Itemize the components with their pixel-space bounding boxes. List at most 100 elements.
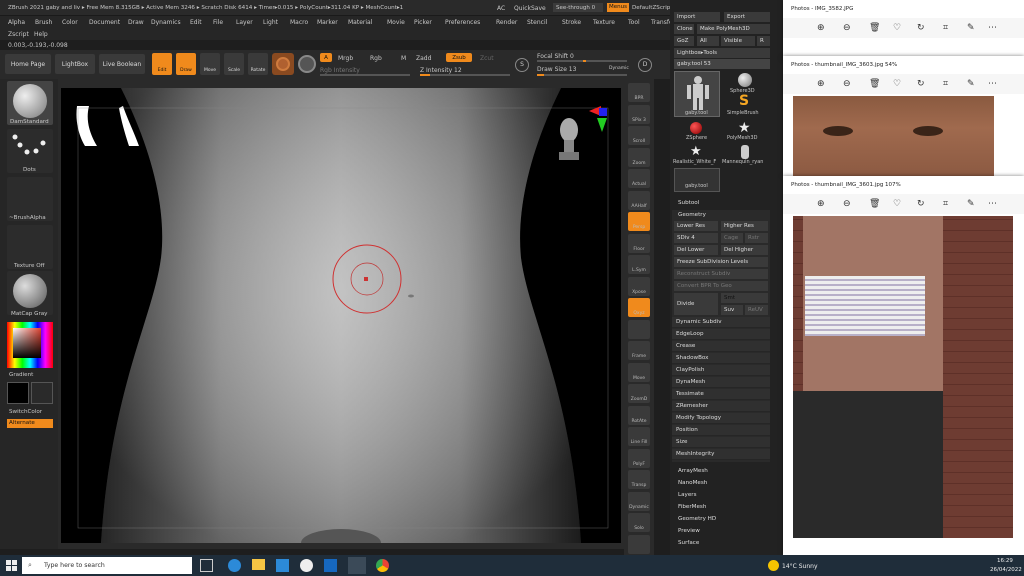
app-icon[interactable] <box>300 559 313 572</box>
color-square[interactable] <box>13 328 41 358</box>
m-toggle[interactable]: M <box>401 55 406 62</box>
alternate-button[interactable]: Alternate <box>7 419 53 428</box>
dynamic-toggle[interactable]: Dynamic <box>609 66 629 71</box>
divide-button[interactable]: Divide <box>674 293 718 315</box>
favorite-icon[interactable]: ♡ <box>893 199 901 209</box>
delete-icon[interactable]: 🗑 <box>869 199 880 209</box>
menu-movie[interactable]: Movie <box>387 19 405 26</box>
zoom-out-icon[interactable]: ⊖ <box>843 79 851 89</box>
claypolish-item[interactable]: ClayPolish <box>672 365 770 376</box>
sdiv-slider[interactable]: SDiv 4 <box>674 233 718 243</box>
axis-gizmo-icon[interactable] <box>581 104 611 134</box>
rotate-icon[interactable]: ↻ <box>917 23 925 33</box>
r-button[interactable]: R <box>757 36 770 46</box>
more-icon[interactable]: ⋯ <box>988 79 997 89</box>
rotate-button[interactable]: Rotate <box>248 53 268 75</box>
del-higher-button[interactable]: Del Higher <box>721 245 768 255</box>
rgb-intensity-slider[interactable]: Rgb Intensity <box>320 67 360 74</box>
zoom-in-icon[interactable]: ⊕ <box>817 199 825 209</box>
position-item[interactable]: Position <box>672 425 770 436</box>
mannequin-icon[interactable] <box>741 145 749 159</box>
cage-button[interactable]: Cage <box>721 233 743 243</box>
freeze-subdiv-button[interactable]: Freeze SubDivision Levels <box>674 257 768 267</box>
mrgb-toggle[interactable]: Mrgb <box>338 55 353 62</box>
menu-zscript[interactable]: Zscript <box>8 31 29 38</box>
rotate-icon[interactable]: ↻ <box>917 199 925 209</box>
clock-time[interactable]: 16:29 <box>997 558 1013 564</box>
texture-spiral-icon[interactable] <box>298 55 316 73</box>
menu-light[interactable]: Light <box>263 19 278 26</box>
edge-icon[interactable] <box>228 559 241 572</box>
tool-thumb-current[interactable]: gaby.tool <box>674 71 720 117</box>
photos-app-icon[interactable] <box>324 559 337 572</box>
taskbar-search[interactable]: ⌕ Type here to search <box>22 557 192 574</box>
smt-toggle[interactable]: Smt <box>721 293 768 303</box>
delete-icon[interactable]: 🗑 <box>869 79 880 89</box>
layers-section[interactable]: Layers <box>678 492 697 498</box>
menu-texture[interactable]: Texture <box>593 19 615 26</box>
zoom-in-icon[interactable]: ⊕ <box>817 23 825 33</box>
import-button[interactable]: Import <box>674 12 720 22</box>
edit-icon[interactable]: ✎ <box>967 23 975 33</box>
menu-brush[interactable]: Brush <box>35 19 52 26</box>
photos-window-2[interactable]: Photos - thumbnail_IMG_3603.jpg 54% ⊕ ⊖ … <box>783 56 1024 176</box>
rotate-icon[interactable]: ↻ <box>917 79 925 89</box>
file-explorer-icon[interactable] <box>252 559 265 570</box>
suv-toggle[interactable]: Suv <box>721 305 743 315</box>
make-polymesh-button[interactable]: Make PolyMesh3D <box>697 24 770 34</box>
scale-button[interactable]: Scale <box>224 53 244 75</box>
sphere3d-icon[interactable] <box>738 73 752 87</box>
preview-section[interactable]: Preview <box>678 528 700 534</box>
zoom-out-icon[interactable]: ⊖ <box>843 23 851 33</box>
edit-button[interactable]: Edit <box>152 53 172 75</box>
s-toggle[interactable]: S <box>515 58 529 72</box>
menu-color[interactable]: Color <box>62 19 78 26</box>
lightbox-button[interactable]: LightBox <box>55 54 95 74</box>
menu-picker[interactable]: Picker <box>414 19 432 26</box>
nanomesh-section[interactable]: NanoMesh <box>678 480 707 486</box>
menu-dynamics[interactable]: Dynamics <box>151 19 181 26</box>
material-thumbnail[interactable] <box>7 271 53 315</box>
more-icon[interactable]: ⋯ <box>988 23 997 33</box>
rstr-button[interactable]: Rstr <box>745 233 768 243</box>
reconstruct-subdiv-button[interactable]: Reconstruct Subdiv <box>674 269 768 279</box>
goz-button[interactable]: GoZ <box>674 36 694 46</box>
zremesher-item[interactable]: ZRemesher <box>672 401 770 412</box>
geometry-hd-section[interactable]: Geometry HD <box>678 516 716 522</box>
menu-render[interactable]: Render <box>496 19 517 26</box>
chrome-icon[interactable] <box>376 559 389 572</box>
menu-tool[interactable]: Tool <box>628 19 640 26</box>
higher-res-button[interactable]: Higher Res <box>721 221 768 231</box>
subtool-header[interactable]: Subtool <box>678 200 699 206</box>
menu-material[interactable]: Material <box>348 19 372 26</box>
edit-icon[interactable]: ✎ <box>967 199 975 209</box>
photos-window-1[interactable]: Photos - IMG_3582.JPG ⊕ ⊖ 🗑 ♡ ↻ ⌗ ✎ ⋯ <box>783 0 1024 60</box>
home-page-button[interactable]: Home Page <box>5 54 51 74</box>
d-toggle[interactable]: D <box>638 58 652 72</box>
crop-icon[interactable]: ⌗ <box>943 23 948 33</box>
shadowbox-item[interactable]: ShadowBox <box>672 353 770 364</box>
dynamesh-item[interactable]: DynaMesh <box>672 377 770 388</box>
menu-alpha[interactable]: Alpha <box>8 19 25 26</box>
shelf-button-blank-11[interactable] <box>628 319 650 339</box>
tessimate-item[interactable]: Tessimate <box>672 389 770 400</box>
del-lower-button[interactable]: Del Lower <box>674 245 718 255</box>
tool-thumb-gaby-2[interactable]: gaby.tool <box>674 168 720 192</box>
edgeloop-item[interactable]: EdgeLoop <box>672 329 770 340</box>
photos-window-3[interactable]: Photos - thumbnail_IMG_3601.jpg 107% ⊕ ⊖… <box>783 176 1024 555</box>
start-icon[interactable] <box>6 560 17 571</box>
favorite-icon[interactable]: ♡ <box>893 23 901 33</box>
draw-size-slider[interactable]: Draw Size 13 <box>537 66 576 73</box>
polymesh3d-icon[interactable]: ★ <box>738 121 752 135</box>
rgb-toggle[interactable]: Rgb <box>370 55 382 62</box>
focal-shift-slider[interactable]: Focal Shift 0 <box>537 53 574 60</box>
default-zscript-button[interactable]: DefaultZScript <box>632 5 673 11</box>
realistic-icon[interactable]: ★ <box>690 145 704 159</box>
lightbox-tools-button[interactable]: Lightbox▸Tools <box>674 48 770 58</box>
lower-res-button[interactable]: Lower Res <box>674 221 718 231</box>
convert-bpr-button[interactable]: Convert BPR To Geo <box>674 281 768 291</box>
switch-color-button[interactable]: SwitchColor <box>9 409 42 415</box>
secondary-color-swatch[interactable] <box>31 382 53 404</box>
menu-marker[interactable]: Marker <box>317 19 338 26</box>
current-tool-slider[interactable]: gaby.tool 53 <box>674 59 770 69</box>
